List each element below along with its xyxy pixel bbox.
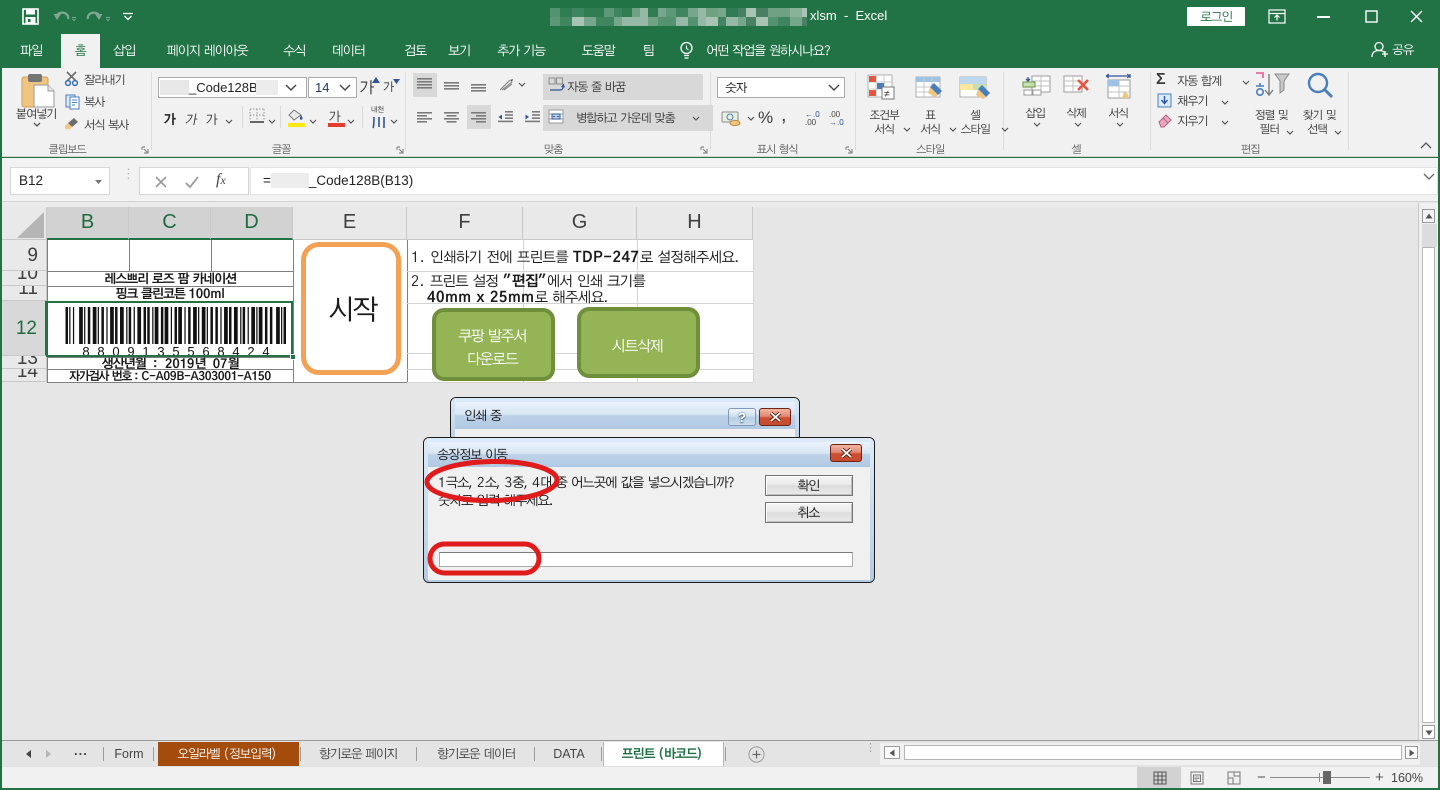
svg-text:≠: ≠ <box>884 89 890 100</box>
svg-text:.00: .00 <box>805 118 817 126</box>
svg-text:→.0: →.0 <box>829 118 844 126</box>
